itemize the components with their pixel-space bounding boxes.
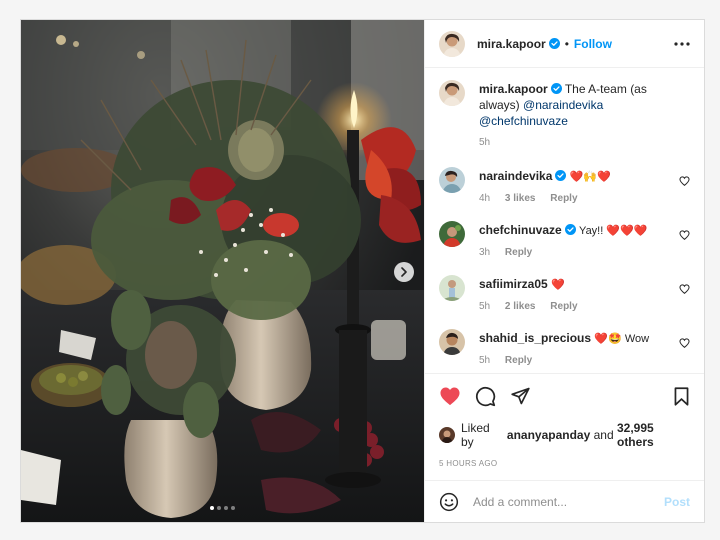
- reply-button[interactable]: Reply: [505, 247, 532, 258]
- avatar[interactable]: [439, 427, 455, 444]
- post-timestamp[interactable]: 5 HOURS AGO: [439, 459, 690, 468]
- comment-like-button[interactable]: [679, 335, 690, 353]
- likes-middle: and: [593, 428, 614, 443]
- comment-item: naraindevika ❤️🙌❤️ 4h 3 likes Reply: [439, 167, 690, 207]
- comment-body: safiimirza05 ❤️ 5h 2 likes Reply: [479, 276, 690, 315]
- next-slide-button[interactable]: [394, 262, 414, 282]
- reply-button[interactable]: Reply: [550, 193, 577, 204]
- share-button[interactable]: [510, 386, 531, 406]
- more-options-button[interactable]: [674, 42, 690, 46]
- heart-outline-icon: [679, 176, 690, 187]
- comment-meta: 3h Reply: [479, 245, 670, 261]
- caption-time: 5h: [479, 137, 491, 149]
- comment-username[interactable]: safiimirza05: [479, 277, 548, 291]
- heart-outline-icon: [679, 284, 690, 295]
- post-actions: Liked by ananyapanday and 32,995 others …: [425, 373, 704, 480]
- emoji-icon: [439, 492, 459, 511]
- comment-text: ❤️🤩 Wow: [594, 333, 650, 346]
- comment-time: 3h: [479, 247, 491, 259]
- caption-meta: 5h: [479, 135, 670, 151]
- comment-body: shahid_is_precious ❤️🤩 Wow 5h Reply: [479, 330, 690, 369]
- comment-item: chefchinuvaze Yay!! ❤️❤️❤️ 3h Reply: [439, 221, 690, 261]
- post-header: mira.kapoor • Follow: [425, 20, 704, 69]
- comment-meta: 4h 3 likes Reply: [479, 191, 670, 207]
- emoji-button[interactable]: [439, 492, 459, 512]
- avatar[interactable]: [439, 30, 465, 57]
- caption-username[interactable]: mira.kapoor: [479, 82, 548, 96]
- carousel-indicator: [21, 506, 424, 510]
- add-comment-bar: Post: [425, 480, 704, 522]
- header-separator: •: [564, 36, 569, 51]
- comment-meta: 5h 2 likes Reply: [479, 299, 670, 315]
- comment-time: 5h: [479, 355, 491, 367]
- bookmark-icon: [674, 387, 689, 406]
- carousel-dot: [231, 506, 235, 510]
- comment-text: ❤️: [551, 279, 565, 292]
- more-horizontal-icon: [674, 42, 690, 46]
- comment-username[interactable]: shahid_is_precious: [479, 331, 591, 345]
- post-side-panel: mira.kapoor • Follow mira.kapoor The A-t…: [424, 20, 704, 522]
- like-button[interactable]: [439, 386, 461, 406]
- comment-likes[interactable]: 2 likes: [505, 301, 536, 312]
- avatar[interactable]: [439, 275, 465, 302]
- comment-likes[interactable]: 3 likes: [505, 193, 536, 204]
- avatar[interactable]: [439, 329, 465, 356]
- comment-text: ❤️🙌❤️: [569, 171, 611, 184]
- comment-item: safiimirza05 ❤️ 5h 2 likes Reply: [439, 275, 690, 315]
- comment-like-button[interactable]: [679, 281, 690, 299]
- save-button[interactable]: [673, 387, 690, 406]
- avatar[interactable]: [439, 80, 465, 107]
- heart-outline-icon: [679, 230, 690, 241]
- comment-time: 4h: [479, 193, 491, 205]
- comments-list: mira.kapoor The A-team (as always) @nara…: [425, 68, 704, 373]
- header-username[interactable]: mira.kapoor: [477, 37, 546, 51]
- comment-item: shahid_is_precious ❤️🤩 Wow 5h Reply: [439, 329, 690, 369]
- post-photo[interactable]: [21, 20, 424, 522]
- comment-like-button[interactable]: [679, 227, 690, 245]
- carousel-dot: [224, 506, 228, 510]
- avatar[interactable]: [439, 221, 465, 248]
- instagram-post: mira.kapoor • Follow mira.kapoor The A-t…: [20, 19, 705, 523]
- verified-badge-icon: [555, 170, 567, 182]
- likes-user[interactable]: ananyapanday: [507, 428, 590, 442]
- post-comment-button[interactable]: Post: [664, 495, 690, 509]
- heart-outline-icon: [679, 338, 690, 349]
- carousel-dot: [217, 506, 221, 510]
- flower-arrangement-image: [21, 20, 424, 522]
- likes-count[interactable]: 32,995 others: [617, 421, 690, 449]
- reply-button[interactable]: Reply: [550, 301, 577, 312]
- caption-body: mira.kapoor The A-team (as always) @nara…: [479, 81, 690, 151]
- action-icons-row: [439, 384, 690, 408]
- likes-prefix: Liked by: [461, 421, 490, 450]
- comment-input[interactable]: [473, 494, 664, 509]
- post-caption: mira.kapoor The A-team (as always) @nara…: [439, 80, 690, 151]
- comment-text: Yay!! ❤️❤️❤️: [579, 225, 648, 238]
- chevron-right-icon: [401, 267, 407, 277]
- comment-button[interactable]: [475, 386, 496, 407]
- avatar[interactable]: [439, 167, 465, 194]
- likes-summary: Liked by ananyapanday and 32,995 others: [439, 421, 690, 449]
- heart-filled-icon: [440, 387, 460, 406]
- comment-body: naraindevika ❤️🙌❤️ 4h 3 likes Reply: [479, 168, 690, 207]
- comment-username[interactable]: naraindevika: [479, 169, 552, 183]
- follow-button[interactable]: Follow: [574, 37, 612, 51]
- verified-badge-icon: [564, 224, 576, 236]
- comment-like-button[interactable]: [679, 173, 690, 191]
- comment-body: chefchinuvaze Yay!! ❤️❤️❤️ 3h Reply: [479, 222, 690, 261]
- verified-badge-icon: [548, 38, 560, 50]
- reply-button[interactable]: Reply: [505, 355, 532, 366]
- carousel-dot: [210, 506, 214, 510]
- comment-username[interactable]: chefchinuvaze: [479, 223, 562, 237]
- verified-badge-icon: [550, 83, 562, 95]
- share-icon: [511, 388, 530, 405]
- comment-time: 5h: [479, 301, 491, 313]
- comment-meta: 5h Reply: [479, 353, 670, 369]
- comment-icon: [475, 386, 496, 407]
